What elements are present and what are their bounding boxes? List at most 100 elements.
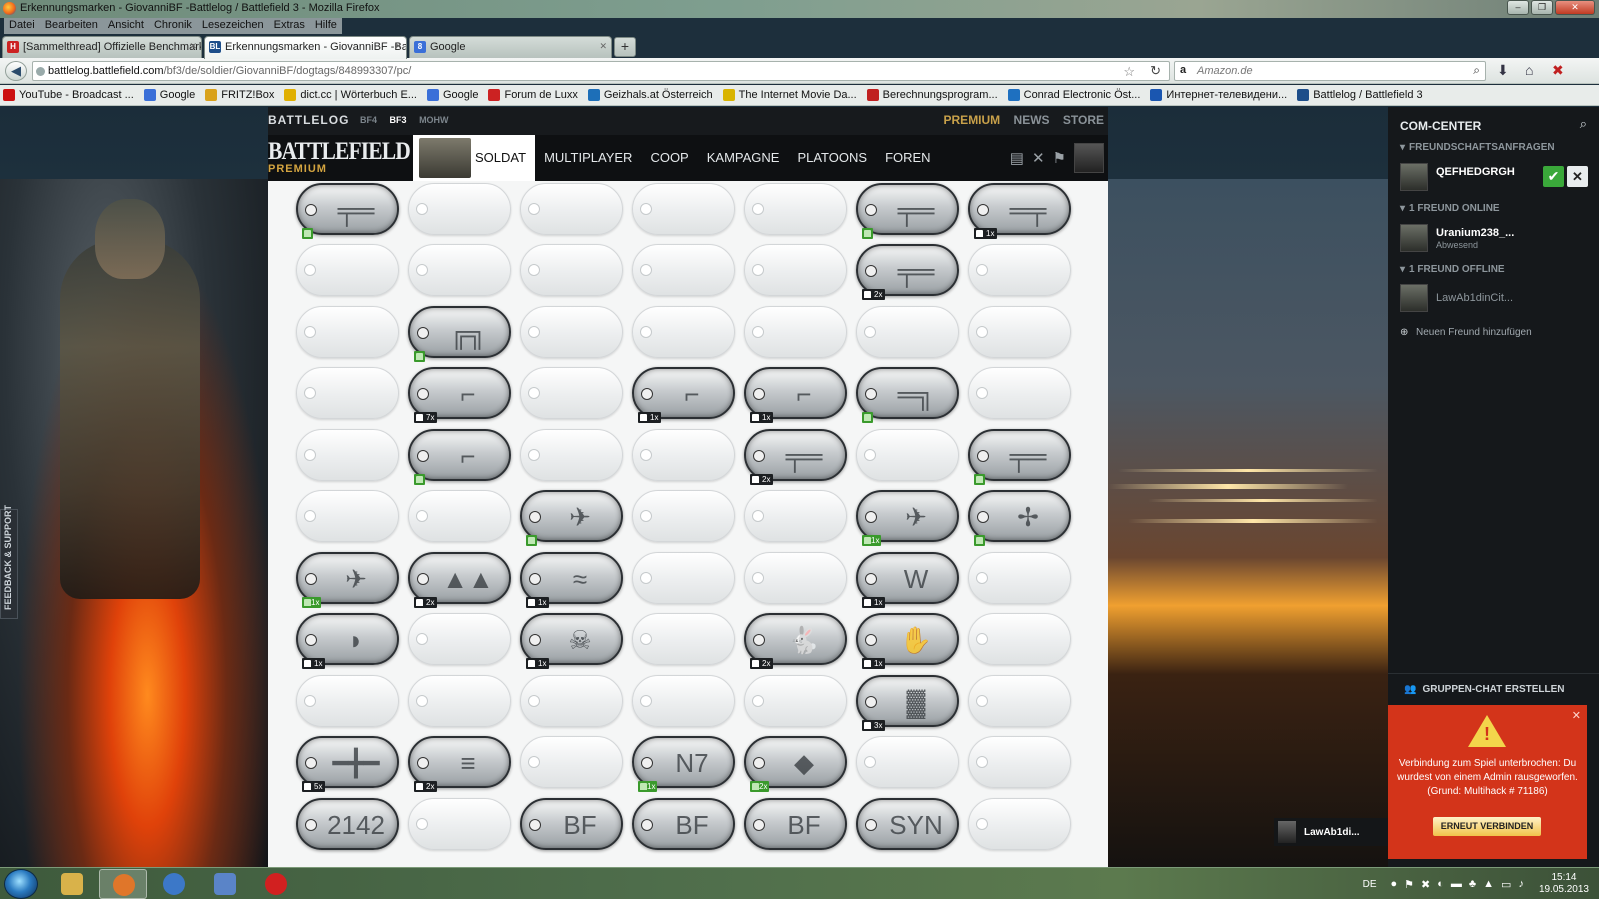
tab-close-icon[interactable]: ✕ — [599, 41, 607, 52]
bookmark-imdb[interactable]: The Internet Movie Da... — [722, 85, 857, 105]
dogtag-slot[interactable]: ⌐ — [408, 428, 520, 491]
premium-link[interactable]: PREMIUM — [944, 113, 1001, 127]
dogtag-unlocked[interactable]: ⌐ 7x — [408, 367, 511, 423]
dogtag-slot[interactable] — [408, 613, 520, 675]
dogtag-locked[interactable] — [408, 613, 511, 665]
dogtag-locked[interactable] — [296, 428, 399, 481]
dogtag-unlocked[interactable]: ✈ 1x — [296, 551, 399, 608]
dogtag-slot[interactable]: ✈ 1x — [856, 490, 968, 552]
tab-erkennungsmarken[interactable]: BL Erkennungsmarken - GiovanniBF -Bat...… — [204, 36, 407, 59]
profile-avatar[interactable] — [1074, 143, 1104, 173]
battlelog-logo[interactable]: BATTLELOG — [268, 113, 349, 127]
dogtag-slot[interactable]: BF — [744, 797, 856, 860]
language-indicator[interactable]: DE — [1363, 879, 1377, 890]
bookmark-conrad[interactable]: Conrad Electronic Öst... — [1007, 85, 1140, 105]
nav-foren[interactable]: FOREN — [876, 135, 940, 181]
dogtag-locked[interactable] — [632, 613, 735, 665]
create-group-chat-button[interactable]: 👥 GRUPPEN-CHAT ERSTELLEN — [1388, 673, 1599, 705]
online-friends-header[interactable]: ▾ 1 FREUND ONLINE — [1400, 203, 1500, 214]
dogtag-slot[interactable] — [632, 428, 744, 491]
dogtag-unlocked[interactable]: ╤═ — [856, 182, 959, 239]
dogtag-slot[interactable] — [744, 674, 856, 737]
dogtag-locked[interactable] — [520, 674, 623, 727]
dogtag-locked[interactable] — [520, 244, 623, 296]
dogtag-slot[interactable] — [968, 674, 1080, 737]
dogtag-locked[interactable] — [520, 367, 623, 419]
friend-requests-header[interactable]: ▾ FREUNDSCHAFTSANFRAGEN — [1400, 142, 1555, 153]
taskbar-firefox[interactable] — [99, 869, 147, 899]
dogtag-locked[interactable] — [632, 551, 735, 604]
dogtag-locked[interactable] — [296, 305, 399, 358]
dogtag-slot[interactable] — [408, 797, 520, 860]
game-link-mohw[interactable]: MOHW — [419, 115, 449, 125]
dogtag-locked[interactable] — [744, 182, 847, 235]
game-link-bf4[interactable]: BF4 — [360, 115, 377, 125]
dogtag-slot[interactable]: ✈ — [520, 490, 632, 552]
search-icon[interactable]: ⌕ — [1473, 63, 1480, 78]
menu-lesezeichen[interactable]: Lesezeichen — [196, 18, 269, 34]
tray-app-icon[interactable]: ✖ — [1421, 878, 1430, 891]
dogtag-slot[interactable] — [632, 182, 744, 245]
dogtag-locked[interactable] — [408, 244, 511, 296]
accept-request-button[interactable]: ✔ — [1543, 166, 1564, 187]
menu-hilfe[interactable]: Hilfe — [309, 18, 342, 34]
tab-benchmark[interactable]: H [Sammelthread] Offizielle Benchmark...… — [2, 36, 202, 58]
dogtag-slot[interactable] — [856, 736, 968, 798]
menu-chronik[interactable]: Chronik — [148, 18, 197, 34]
flag-icon[interactable]: ⚑ — [1053, 149, 1066, 167]
dogtag-unlocked[interactable]: ╤═ 2x — [744, 428, 847, 485]
dogtag-unlocked[interactable]: ⌐ 1x — [632, 367, 735, 423]
dogtag-slot[interactable]: ╤═ — [968, 428, 1080, 491]
dogtag-slot[interactable] — [632, 490, 744, 552]
tray-app-icon[interactable]: ● — [1391, 878, 1398, 890]
dogtag-unlocked[interactable]: BF — [520, 797, 623, 850]
dogtag-slot[interactable] — [296, 428, 408, 491]
dogtag-locked[interactable] — [744, 674, 847, 727]
dogtag-slot[interactable]: N7 1x — [632, 736, 744, 798]
back-button[interactable]: ◀ — [5, 61, 27, 81]
dogtag-slot[interactable]: ▓ 3x — [856, 674, 968, 737]
dogtag-slot[interactable] — [296, 490, 408, 552]
dogtag-slot[interactable] — [408, 182, 520, 245]
dogtag-slot[interactable] — [520, 182, 632, 245]
dogtag-slot[interactable]: ╤═ — [856, 182, 968, 245]
bookmark-google-2[interactable]: Google — [426, 85, 478, 105]
dogtag-locked[interactable] — [408, 797, 511, 850]
dogtag-unlocked[interactable]: ═╗ — [856, 367, 959, 423]
dogtag-unlocked[interactable]: ╤═ — [296, 182, 399, 239]
dogtag-slot[interactable]: ▲▲ 2x — [408, 551, 520, 614]
dogtag-slot[interactable] — [408, 674, 520, 737]
nav-coop[interactable]: COOP — [641, 135, 697, 181]
chat-window-tab[interactable]: LawAb1di... — [1274, 818, 1388, 846]
tab-close-icon[interactable]: ✕ — [189, 41, 197, 52]
new-tab-button[interactable]: + — [614, 37, 636, 57]
store-link[interactable]: STORE — [1063, 113, 1104, 127]
dogtag-slot[interactable] — [520, 736, 632, 798]
dogtag-locked[interactable] — [408, 182, 511, 235]
online-friend-item[interactable]: Uranium238_... Abwesend — [1400, 224, 1590, 254]
dogtag-slot[interactable]: ━╋━ 5x — [296, 736, 408, 798]
dogtag-slot[interactable]: ╤═ — [296, 182, 408, 245]
dogtag-slot[interactable] — [632, 244, 744, 306]
bookmark-geizhals[interactable]: Geizhals.at Österreich — [587, 85, 713, 105]
dogtag-locked[interactable] — [408, 490, 511, 542]
downloads-icon[interactable]: ⬇ — [1497, 62, 1509, 79]
dogtag-slot[interactable] — [632, 551, 744, 614]
dogtag-slot[interactable] — [968, 305, 1080, 368]
dogtag-slot[interactable] — [296, 244, 408, 306]
dogtag-locked[interactable] — [632, 674, 735, 727]
dogtag-locked[interactable] — [856, 736, 959, 788]
dogtag-unlocked[interactable]: ✋ 1x — [856, 613, 959, 669]
dogtag-unlocked[interactable]: ◗ 1x — [296, 613, 399, 669]
dogtag-locked[interactable] — [744, 305, 847, 358]
dogtag-slot[interactable] — [744, 244, 856, 306]
minimize-button[interactable]: – — [1507, 0, 1529, 15]
addon-icon[interactable]: ✖ — [1552, 62, 1564, 79]
dogtag-slot[interactable]: ≈1x — [520, 551, 632, 614]
offline-friends-header[interactable]: ▾ 1 FREUND OFFLINE — [1400, 264, 1505, 275]
taskbar-network[interactable] — [201, 869, 249, 899]
game-link-bf3[interactable]: BF3 — [390, 115, 407, 125]
avatar[interactable] — [1400, 163, 1428, 191]
dogtag-locked[interactable] — [296, 674, 399, 727]
tray-app-icon[interactable]: ♣ — [1469, 878, 1476, 890]
